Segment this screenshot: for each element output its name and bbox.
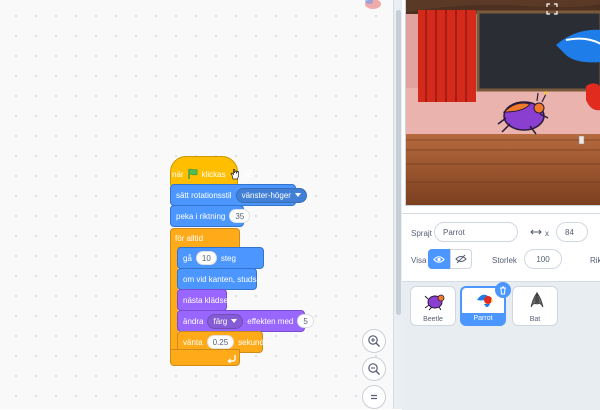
- steps-input[interactable]: 10: [195, 251, 217, 265]
- rotation-style-value: vänster-höger: [241, 190, 291, 200]
- hat-when-text: när: [172, 169, 184, 179]
- sprite-name: Bat: [529, 316, 541, 323]
- effect-amount-input[interactable]: 5: [297, 314, 314, 328]
- zoom-reset-button[interactable]: [362, 385, 386, 409]
- wait-seconds-input[interactable]: 0.25: [206, 335, 235, 349]
- show-label: Visa: [411, 256, 427, 265]
- loop-arrow-icon: [227, 355, 236, 363]
- move-unit: steg: [220, 253, 236, 263]
- delete-sprite-button[interactable]: [495, 282, 511, 298]
- hand-cursor-icon: [230, 169, 239, 180]
- sprite-name: Parrot: [473, 315, 493, 322]
- direction-label: Riktn: [590, 256, 600, 265]
- next-costume-block[interactable]: nästa klädsel: [177, 289, 230, 311]
- sprite-name-field[interactable]: Parrot: [434, 222, 518, 242]
- sprite-pane: Sprajt Parrot x 84 Riktn Visa Storlek 10…: [402, 213, 600, 410]
- trash-icon: [500, 286, 506, 294]
- x-label: x: [545, 229, 549, 238]
- sprite-thumbnail-icon: [365, 0, 381, 9]
- sprite-label: Sprajt: [411, 229, 432, 238]
- stage-backdrop: [406, 0, 600, 205]
- chevron-down-icon: [294, 193, 301, 197]
- green-flag-icon: [187, 168, 197, 179]
- bounce-label: om vid kanten, studsa: [183, 274, 261, 284]
- x-arrows-icon: [530, 229, 542, 235]
- sprite-tile-beetle[interactable]: Beetle: [410, 286, 456, 326]
- sprite-name: Beetle: [423, 316, 443, 323]
- bat-icon: [530, 291, 544, 308]
- move-label: gå: [183, 253, 192, 263]
- forever-block-bottom: [170, 349, 240, 366]
- rotation-style-dropdown[interactable]: vänster-höger: [235, 187, 307, 203]
- move-steps-block[interactable]: gå 10 steg: [177, 247, 264, 269]
- size-label: Storlek: [492, 256, 517, 265]
- x-field[interactable]: 84: [556, 222, 588, 242]
- zoom-out-button[interactable]: [362, 357, 386, 381]
- eye-icon: [433, 255, 445, 263]
- chevron-down-icon: [231, 319, 238, 323]
- rotation-label: sätt rotationsstil: [176, 190, 232, 200]
- zoom-in-button[interactable]: [362, 329, 386, 353]
- code-area[interactable]: när klickas på sätt rotationsstil vänste…: [0, 0, 393, 409]
- sprite-list: Beetle Parrot Bat: [402, 281, 600, 410]
- zoom-in-icon: [368, 335, 380, 347]
- set-rotation-style-block[interactable]: sätt rotationsstil vänster-höger: [170, 184, 307, 206]
- wait-unit: sekunder: [238, 337, 272, 347]
- effect-value: färg: [213, 316, 228, 326]
- size-field[interactable]: 100: [524, 249, 562, 269]
- zoom-out-icon: [368, 363, 380, 375]
- point-label: peka i riktning: [176, 211, 226, 221]
- direction-input[interactable]: 35: [229, 209, 251, 223]
- bounce-block[interactable]: om vid kanten, studsa: [177, 268, 261, 290]
- forever-block[interactable]: för alltid: [170, 228, 240, 248]
- eye-hidden-icon: [455, 254, 467, 264]
- sprite-tile-bat[interactable]: Bat: [512, 286, 558, 326]
- change-effect-block[interactable]: ändra färg effekten med 5: [177, 310, 314, 332]
- hat-clicked-text: klickas: [201, 169, 226, 179]
- next-costume-label: nästa klädsel: [183, 295, 230, 305]
- sprite-info-panel: Sprajt Parrot x 84 Riktn Visa Storlek 10…: [402, 214, 600, 281]
- beetle-icon: [424, 294, 445, 311]
- effect-dropdown[interactable]: färg: [207, 313, 244, 329]
- effect-mid-label: effekten med: [247, 316, 294, 326]
- fullscreen-icon[interactable]: [546, 3, 558, 15]
- parrot-icon: [477, 294, 494, 307]
- equals-icon: [371, 394, 377, 400]
- hide-button[interactable]: [450, 249, 472, 269]
- point-in-direction-block[interactable]: peka i riktning 35: [170, 205, 251, 227]
- forever-label: för alltid: [175, 234, 204, 243]
- wait-label: vänta: [183, 337, 203, 347]
- stage[interactable]: [405, 0, 600, 206]
- scrollbar[interactable]: [396, 10, 401, 315]
- hat-on-text: på: [243, 169, 253, 179]
- effect-label: ändra: [183, 316, 204, 326]
- show-visible-button[interactable]: [428, 249, 450, 269]
